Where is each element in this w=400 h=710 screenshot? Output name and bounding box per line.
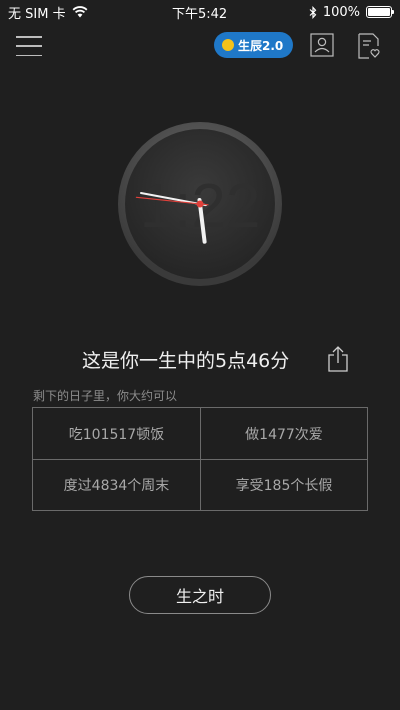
top-nav: 生辰2.0 — [0, 30, 400, 64]
bluetooth-icon — [309, 5, 317, 19]
stat-meals: 吃101517顿饭 — [68, 426, 165, 443]
wifi-icon — [72, 6, 88, 18]
stats-grid: 吃101517顿饭 做1477次爱 度过4834个周末 享受185个长假 — [32, 407, 368, 511]
headline-row: 这是你一生中的5点46分 — [0, 345, 400, 375]
status-time: 下午5:42 — [172, 6, 228, 22]
battery-level — [368, 8, 390, 16]
version-dot-icon — [222, 39, 234, 51]
version-label: 生辰2.0 — [238, 38, 284, 53]
headline-text: 这是你一生中的5点46分 — [82, 350, 290, 372]
status-right: 100% — [309, 4, 394, 20]
clock-face: 1:22 — [118, 122, 282, 286]
birth-time-button[interactable]: 生之时 — [129, 576, 271, 614]
status-bar: 无 SIM 卡 下午5:42 100% — [0, 0, 400, 24]
menu-icon[interactable] — [16, 36, 42, 56]
subtitle: 剩下的日子里，你大约可以 — [33, 389, 178, 403]
share-icon[interactable] — [326, 345, 350, 373]
user-icon[interactable] — [310, 33, 334, 57]
stat-weekends: 度过4834个周末 — [33, 459, 200, 510]
status-left: 无 SIM 卡 — [8, 3, 88, 22]
version-badge[interactable]: 生辰2.0 — [214, 32, 294, 58]
clock: 1:22 — [117, 121, 283, 287]
clock-center-pin — [196, 200, 204, 208]
stat-holidays: 享受185个长假 — [200, 459, 367, 510]
battery-icon — [366, 6, 394, 18]
favorites-icon[interactable] — [356, 32, 382, 60]
carrier-label: 无 SIM 卡 — [8, 6, 66, 22]
stat-love: 做1477次爱 — [200, 408, 367, 459]
battery-percent: 100% — [322, 4, 360, 20]
